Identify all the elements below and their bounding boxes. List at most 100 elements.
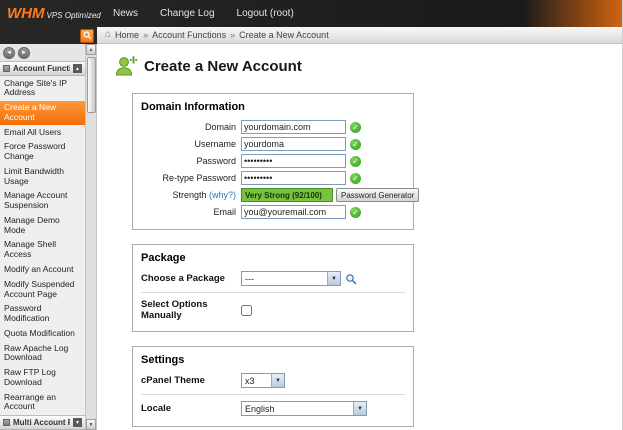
sidebar-toolbar: ◄ ► [0, 44, 85, 61]
package-section: Package Choose a Package --- ▼ Select Op… [132, 244, 414, 332]
section-label: Multi Account Functions [13, 418, 70, 427]
sidebar-section-multi-account-functions[interactable]: Multi Account Functions ▼ [0, 415, 85, 430]
strength-row: Strength (why?) Very Strong (92/100) Pas… [141, 188, 420, 202]
breadcrumb-separator: » [143, 30, 149, 40]
whm-logo[interactable]: WHM VPS Optimized [7, 5, 101, 22]
email-label: Email [213, 207, 236, 217]
scroll-down-button[interactable]: ▼ [86, 419, 96, 430]
scrollbar-thumb[interactable] [87, 57, 96, 113]
select-options-label: Select Options Manually [141, 299, 208, 321]
valid-check-icon: ✓ [350, 138, 361, 150]
choose-package-row: Choose a Package --- ▼ [141, 271, 405, 286]
sidebar-item-raw-apache-log-download[interactable]: Raw Apache Log Download [0, 341, 85, 366]
nav-back-button[interactable]: ◄ [3, 46, 15, 59]
forward-icon: ► [21, 49, 27, 56]
cpanel-theme-label: cPanel Theme [141, 375, 205, 386]
nav-logout[interactable]: Logout (root) [237, 8, 294, 19]
strength-label: Strength (why?) [141, 190, 241, 200]
package-search-icon[interactable] [345, 273, 357, 285]
page-title: Create a New Account [144, 57, 302, 75]
valid-check-icon: ✓ [350, 121, 361, 133]
valid-check-icon: ✓ [350, 206, 361, 218]
divider [141, 292, 405, 293]
settings-section: Settings cPanel Theme x3 ▼ Locale Englis… [132, 346, 414, 427]
search-icon [83, 31, 92, 40]
sidebar-section-account-functions[interactable]: Account Functions ▲ [0, 61, 85, 76]
retype-password-input[interactable] [241, 171, 346, 185]
scroll-up-button[interactable]: ▲ [86, 44, 96, 55]
sidebar-item-force-password-change[interactable]: Force Password Change [0, 140, 85, 165]
valid-check-icon: ✓ [350, 172, 361, 184]
sidebar-item-rearrange-an-account[interactable]: Rearrange an Account [0, 390, 85, 415]
sidebar-item-manage-demo-mode[interactable]: Manage Demo Mode [0, 213, 85, 238]
email-input[interactable] [241, 205, 346, 219]
strength-meter-badge: Very Strong (92/100) [241, 188, 333, 202]
logo-text: WHM [7, 5, 45, 22]
package-title: Package [141, 252, 186, 264]
domain-row: Domain ✓ [141, 120, 405, 134]
cpanel-theme-select[interactable]: x3 ▼ [241, 373, 285, 388]
topbar: WHM VPS Optimized News Change Log Logout… [0, 0, 622, 27]
cpanel-theme-value: x3 [245, 375, 255, 386]
sidebar-item-quota-modification[interactable]: Quota Modification [0, 326, 85, 341]
sidebar-top-strip [0, 27, 97, 44]
sidebar-item-manage-shell-access[interactable]: Manage Shell Access [0, 238, 85, 263]
cpanel-theme-row: cPanel Theme x3 ▼ [141, 373, 405, 388]
section-label: Account Functions [13, 64, 70, 73]
sidebar-scrollbar[interactable]: ▲ ▼ [85, 44, 96, 430]
sidebar-item-raw-ftp-log-download[interactable]: Raw FTP Log Download [0, 366, 85, 391]
collapse-up-icon[interactable]: ▲ [73, 64, 82, 73]
breadcrumb-home[interactable]: Home [115, 30, 139, 40]
collapse-down-icon[interactable]: ▼ [73, 418, 82, 427]
sidebar-item-manage-account-suspension[interactable]: Manage Account Suspension [0, 189, 85, 214]
locale-label: Locale [141, 403, 172, 414]
sidebar-item-limit-bandwidth-usage[interactable]: Limit Bandwidth Usage [0, 164, 85, 189]
sidebar-item-password-modification[interactable]: Password Modification [0, 302, 85, 327]
strength-why-link[interactable]: (why?) [209, 190, 236, 200]
username-input[interactable] [241, 137, 346, 151]
page-title-row: Create a New Account [114, 54, 622, 78]
chevron-down-icon: ▼ [327, 272, 340, 285]
sidebar-item-email-all-users[interactable]: Email All Users [0, 125, 85, 140]
domain-information-section: Domain Information Domain ✓ Username ✓ P… [132, 93, 420, 230]
username-row: Username ✓ [141, 137, 405, 151]
valid-check-icon: ✓ [350, 155, 361, 167]
locale-row: Locale English ▼ [141, 401, 405, 416]
locale-value: English [245, 403, 275, 414]
retype-password-label: Re-type Password [162, 173, 236, 183]
search-button[interactable] [80, 28, 94, 43]
secondary-bar: ⌂ Home » Account Functions » Create a Ne… [0, 27, 622, 44]
divider [141, 394, 405, 395]
sidebar-item-list: Change Site's IP Address Create a New Ac… [0, 76, 85, 415]
domain-input[interactable] [241, 120, 346, 134]
strength-label-text: Strength [172, 190, 207, 200]
select-options-row: Select Options Manually [141, 299, 405, 321]
locale-select[interactable]: English ▼ [241, 401, 367, 416]
select-options-checkbox[interactable] [241, 304, 252, 316]
sidebar-item-change-sites-ip-address[interactable]: Change Site's IP Address [0, 76, 85, 101]
scroll-down-icon: ▼ [88, 421, 94, 428]
create-account-icon [115, 55, 138, 76]
main-content: Create a New Account Domain Information … [97, 44, 622, 430]
domain-information-title: Domain Information [141, 101, 245, 113]
sidebar: ◄ ► Account Functions ▲ Change Site's IP… [0, 44, 97, 430]
chevron-down-icon: ▼ [271, 374, 284, 387]
breadcrumb-account-functions[interactable]: Account Functions [152, 30, 226, 40]
password-generator-button[interactable]: Password Generator [336, 188, 420, 202]
nav-change-log[interactable]: Change Log [160, 8, 215, 19]
section-icon [3, 419, 10, 426]
sidebar-item-create-a-new-account[interactable]: Create a New Account [0, 100, 85, 126]
password-row: Password ✓ [141, 154, 405, 168]
top-nav: News Change Log Logout (root) [113, 8, 294, 19]
sidebar-item-modify-an-account[interactable]: Modify an Account [0, 262, 85, 277]
sidebar-item-modify-suspended-account-page[interactable]: Modify Suspended Account Page [0, 277, 85, 302]
password-input[interactable] [241, 154, 346, 168]
nav-forward-button[interactable]: ► [18, 46, 30, 59]
whm-window: WHM VPS Optimized News Change Log Logout… [0, 0, 623, 430]
package-select[interactable]: --- ▼ [241, 271, 341, 286]
nav-news[interactable]: News [113, 8, 138, 19]
domain-label: Domain [204, 122, 236, 132]
package-select-value: --- [245, 273, 254, 284]
back-icon: ◄ [6, 49, 12, 56]
choose-package-label: Choose a Package [141, 273, 225, 284]
